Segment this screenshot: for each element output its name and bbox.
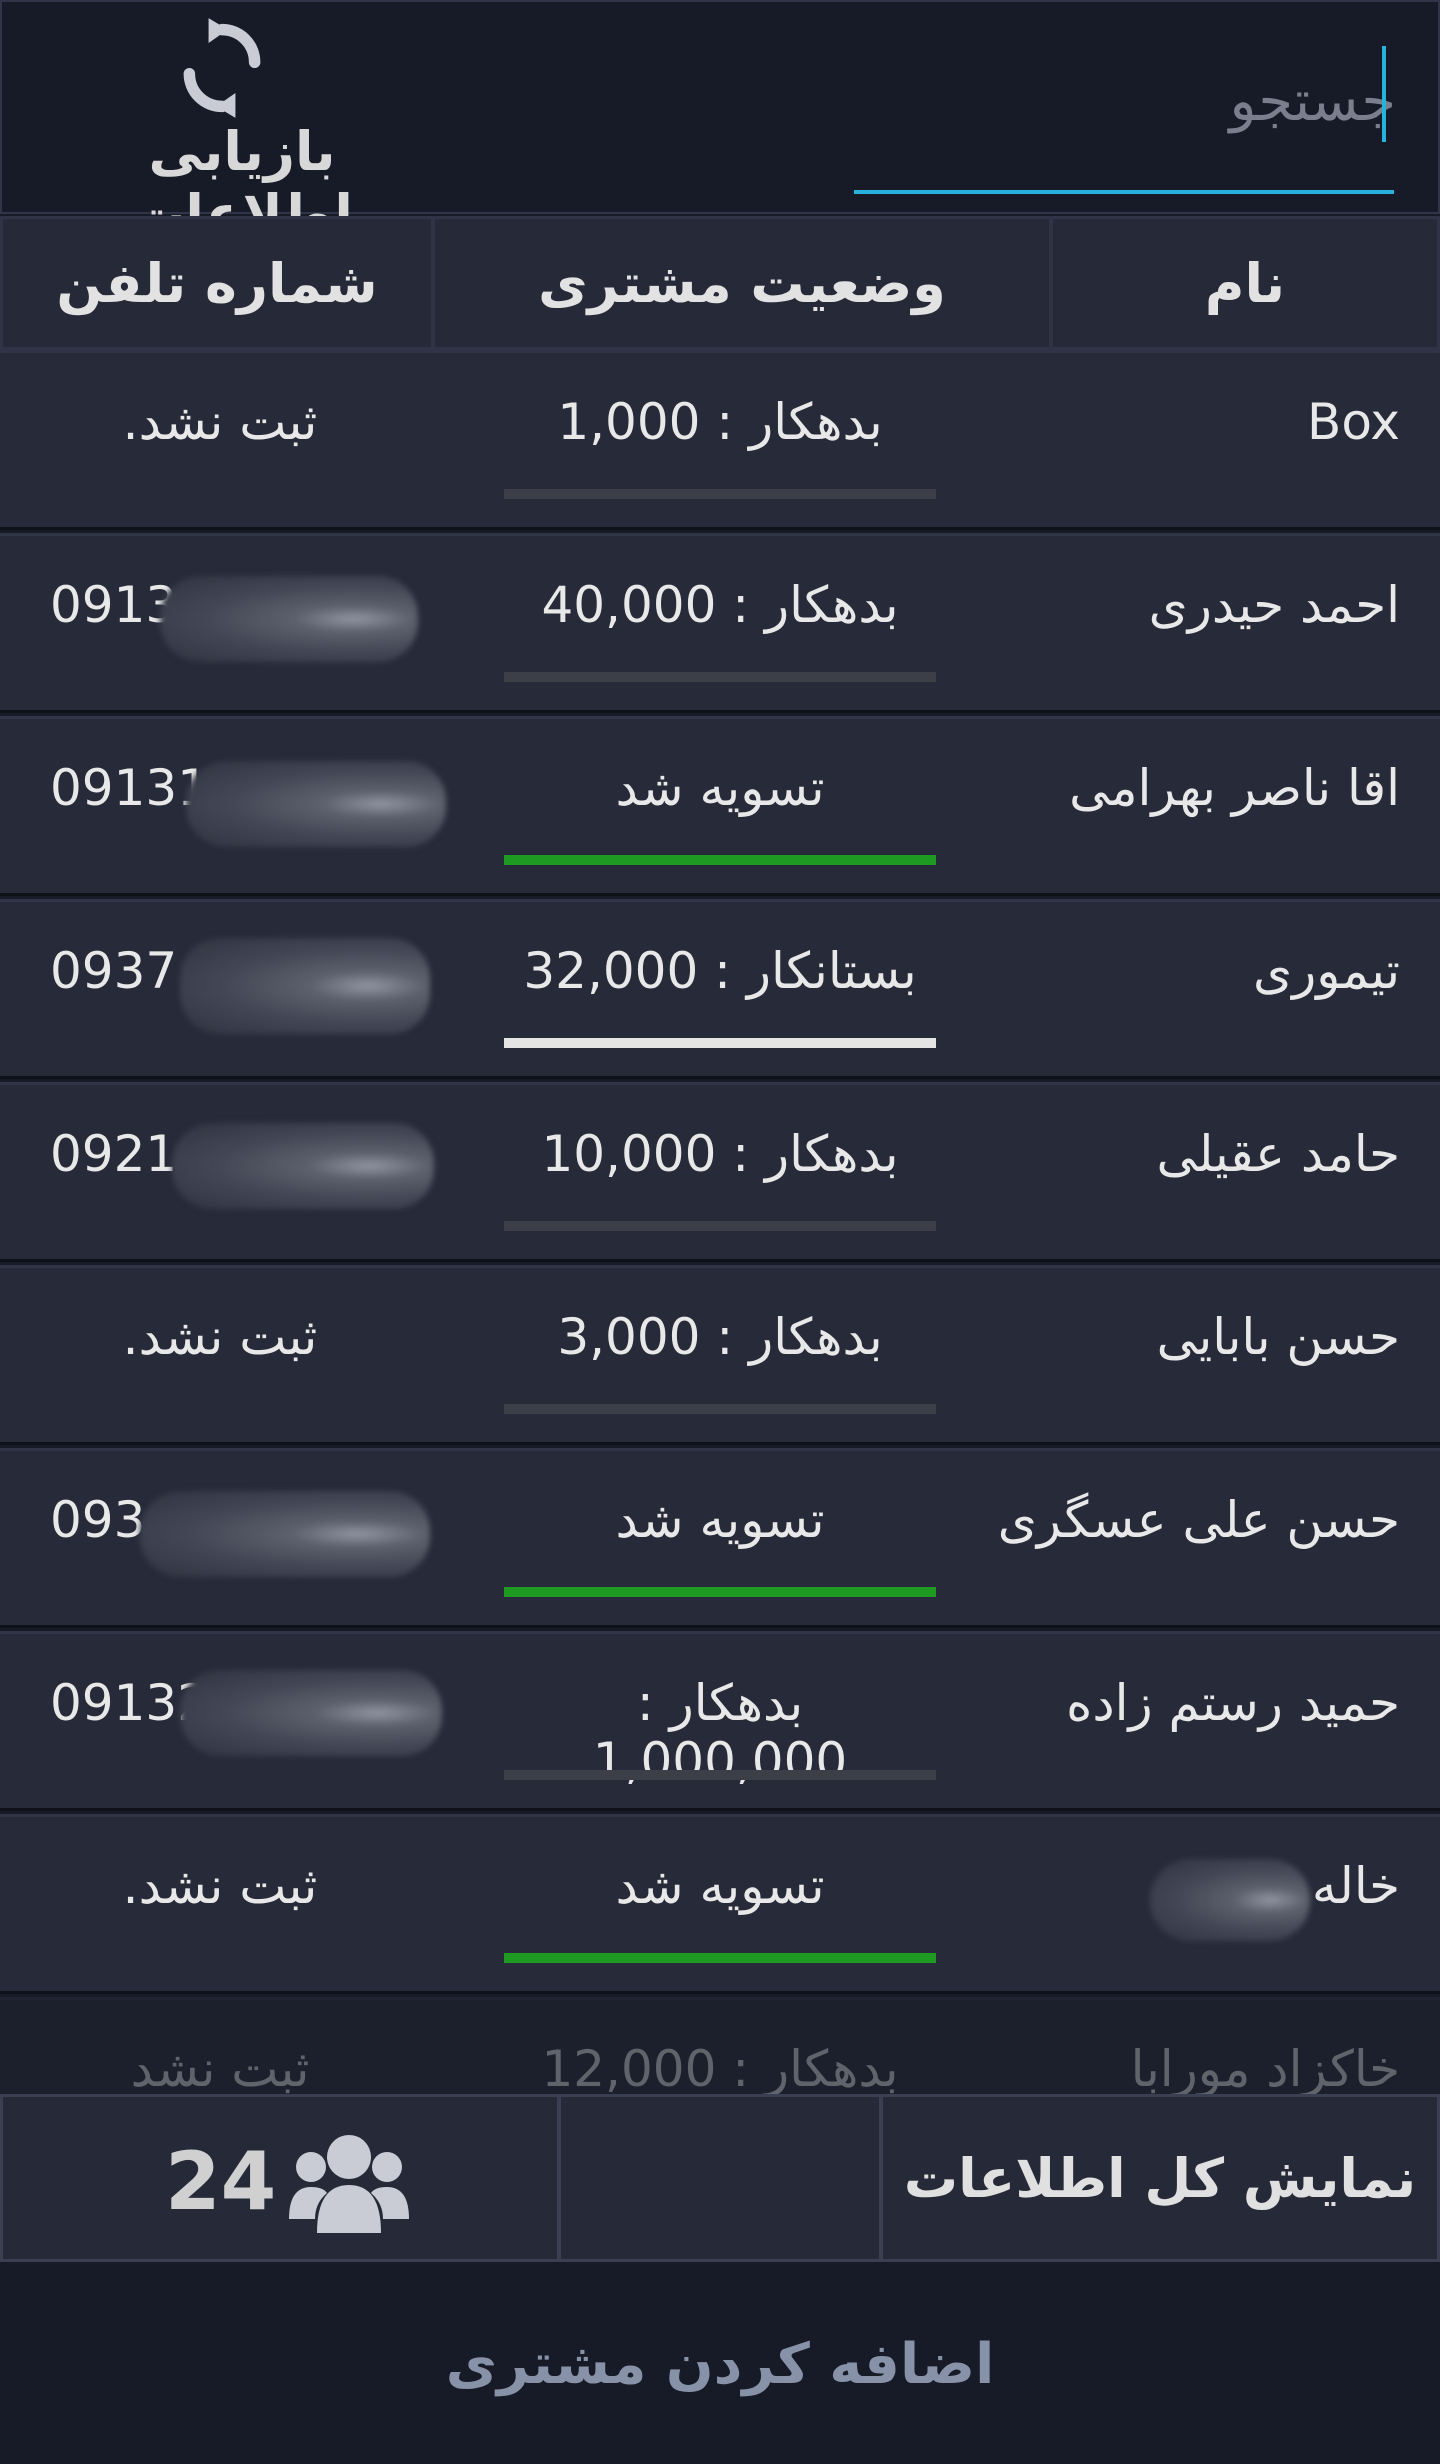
footer-spacer bbox=[558, 2094, 882, 2262]
status-bar bbox=[504, 1587, 936, 1597]
phone-redaction bbox=[172, 1123, 434, 1209]
customer-status: بدهکار : 12,000 bbox=[541, 2040, 899, 2096]
customer-name: حامد عقیلی bbox=[1156, 1125, 1400, 1183]
customer-status: بدهکار : 40,000 bbox=[541, 576, 899, 634]
customer-row[interactable]: حسن علی عسگری تسویه شد 093 bbox=[0, 1448, 1440, 1628]
customer-name: تیموری bbox=[1252, 942, 1400, 1000]
top-bar: بازیابی اطلاعات bbox=[0, 0, 1440, 246]
users-icon bbox=[289, 2135, 409, 2233]
customer-phone: ثبت نشد. bbox=[122, 1308, 318, 1366]
customer-status: بستانکار : 32,000 bbox=[523, 942, 917, 1000]
customer-phone: ثبت نشد. bbox=[122, 1857, 318, 1915]
customer-name: حسن بابایی bbox=[1156, 1308, 1400, 1366]
customer-row[interactable]: Box بدهکار : 1,000 ثبت نشد. bbox=[0, 350, 1440, 530]
customer-status: تسویه شد bbox=[615, 759, 825, 817]
customer-name: احمد حیدری bbox=[1148, 576, 1400, 634]
customer-row[interactable]: خاله تسویه شد ثبت نشد. bbox=[0, 1814, 1440, 1994]
customer-status: بدهکار : 3,000 bbox=[557, 1308, 883, 1366]
phone-redaction bbox=[180, 1670, 442, 1756]
customer-phone: ثبت نشد. bbox=[122, 393, 318, 451]
status-bar bbox=[504, 672, 936, 682]
refresh-icon bbox=[183, 18, 261, 118]
customer-name: Box bbox=[1307, 393, 1400, 451]
customer-list[interactable]: Box بدهکار : 1,000 ثبت نشد. احمد حیدری ب… bbox=[0, 350, 1440, 2096]
customer-name: خاله bbox=[1311, 1857, 1400, 1915]
status-bar bbox=[504, 855, 936, 865]
customer-row[interactable]: احمد حیدری بدهکار : 40,000 0913 bbox=[0, 533, 1440, 713]
show-all-label: نمایش کل اطلاعات bbox=[903, 2146, 1417, 2210]
status-bar bbox=[504, 489, 936, 499]
customer-name: اقا ناصر بهرامی bbox=[1069, 759, 1400, 817]
status-bar bbox=[504, 1770, 936, 1780]
status-bar bbox=[504, 1221, 936, 1231]
phone-redaction bbox=[180, 938, 430, 1034]
customer-row[interactable]: تیموری بستانکار : 32,000 0937 bbox=[0, 899, 1440, 1079]
status-bar bbox=[504, 1038, 936, 1048]
customer-row[interactable]: اقا ناصر بهرامی تسویه شد 09131 bbox=[0, 716, 1440, 896]
phone-redaction bbox=[140, 1491, 430, 1577]
customer-status: تسویه شد bbox=[615, 1491, 825, 1549]
customer-status: بدهکار : 1,000 bbox=[557, 393, 883, 451]
customer-count: 24 bbox=[0, 2094, 560, 2262]
column-header-name[interactable]: نام bbox=[1050, 216, 1440, 350]
footer-bar: 24 نمایش کل اطلاعات bbox=[0, 2094, 1440, 2264]
customer-count-value: 24 bbox=[165, 2135, 277, 2228]
customer-name: حمید رستم زاده bbox=[1066, 1674, 1400, 1732]
customer-name: خاکزاد مورابا bbox=[1130, 2040, 1400, 2096]
name-redaction bbox=[1150, 1859, 1310, 1941]
customer-row[interactable]: حامد عقیلی بدهکار : 10,000 0921 bbox=[0, 1082, 1440, 1262]
search-input[interactable] bbox=[854, 50, 1398, 152]
phone-redaction bbox=[160, 576, 418, 662]
customer-status: تسویه شد bbox=[615, 1857, 825, 1915]
search-field[interactable] bbox=[854, 30, 1398, 198]
customer-row[interactable]: حمید رستم زاده بدهکار : 1,000,000 09132 bbox=[0, 1631, 1440, 1811]
search-underline bbox=[854, 190, 1394, 194]
add-customer-button[interactable]: اضافه کردن مشتری bbox=[0, 2264, 1440, 2464]
add-customer-label: اضافه کردن مشتری bbox=[445, 2331, 995, 2397]
column-header-phone[interactable]: شماره تلفن bbox=[0, 216, 434, 350]
customer-status: بدهکار : 10,000 bbox=[541, 1125, 899, 1183]
phone-redaction bbox=[186, 761, 446, 847]
text-caret bbox=[1382, 46, 1386, 142]
customer-row[interactable]: خاکزاد مورابا بدهکار : 12,000 ثبت نشد bbox=[0, 1997, 1440, 2096]
customer-row[interactable]: حسن بابایی بدهکار : 3,000 ثبت نشد. bbox=[0, 1265, 1440, 1445]
table-header: نام وضعیت مشتری شماره تلفن bbox=[0, 216, 1440, 350]
refresh-button[interactable]: بازیابی اطلاعات bbox=[32, 2, 432, 246]
customer-name: حسن علی عسگری bbox=[997, 1491, 1400, 1549]
customer-phone: ثبت نشد bbox=[130, 2040, 310, 2096]
column-header-status[interactable]: وضعیت مشتری bbox=[432, 216, 1052, 350]
status-bar bbox=[504, 1953, 936, 1963]
status-bar bbox=[504, 1404, 936, 1414]
show-all-button[interactable]: نمایش کل اطلاعات bbox=[880, 2094, 1440, 2262]
